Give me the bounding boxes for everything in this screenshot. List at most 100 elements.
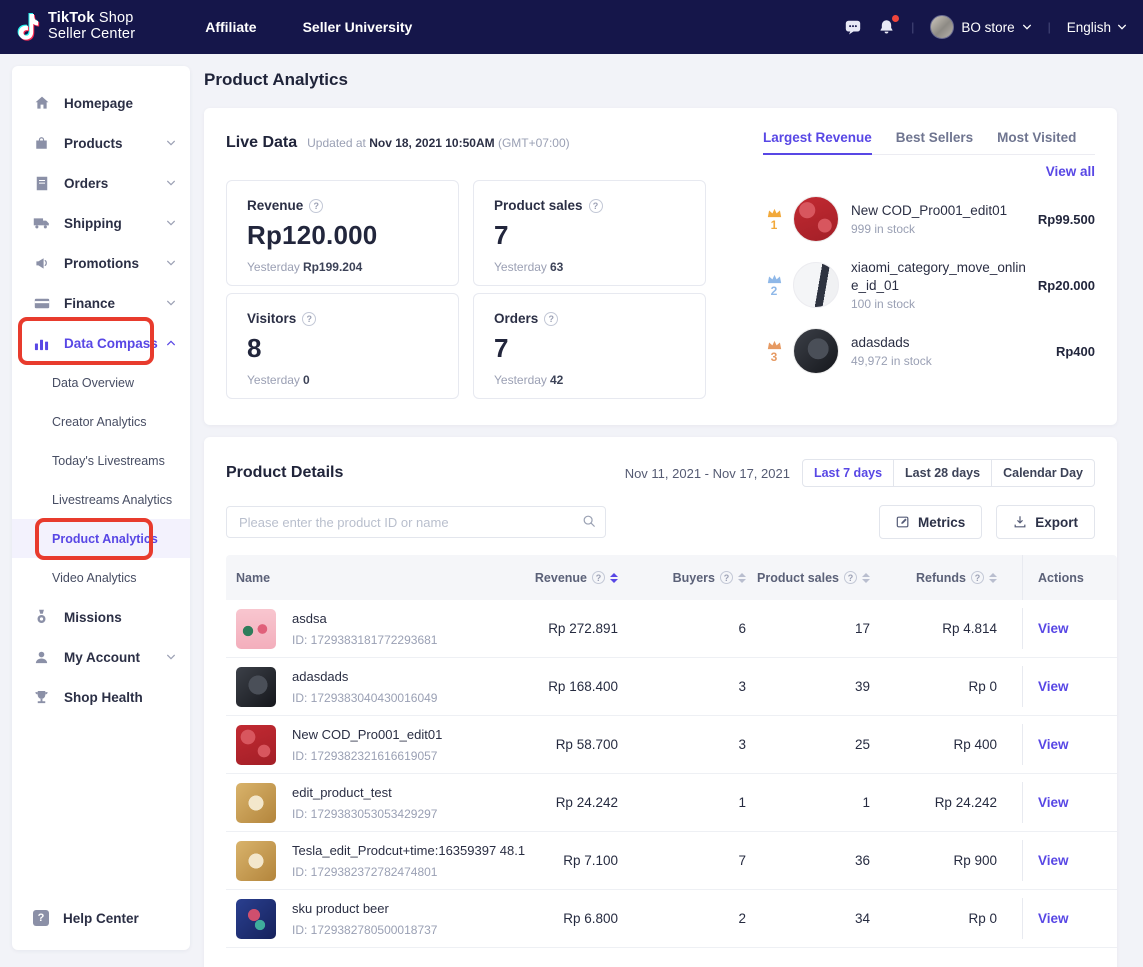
- logo-text: TikTok Shop Seller Center: [48, 11, 135, 43]
- sidebar-subitem-livestreams-analytics[interactable]: Livestreams Analytics: [12, 480, 190, 519]
- sidebar-subitem-product-analytics[interactable]: Product Analytics: [12, 519, 190, 558]
- help-icon[interactable]: ?: [309, 199, 323, 213]
- stat-yesterday: YesterdayRp199.204: [247, 260, 438, 274]
- metrics-edit-icon: [896, 515, 910, 529]
- updated-timezone: (GMT+07:00): [498, 136, 570, 150]
- rank-crown-1: 1: [763, 208, 785, 231]
- sidebar-item-missions[interactable]: Missions: [12, 597, 190, 637]
- help-icon[interactable]: ?: [971, 571, 984, 584]
- sidebar-item-finance[interactable]: Finance: [12, 283, 190, 323]
- chevron-down-icon: [166, 218, 176, 228]
- product-image: [236, 609, 276, 649]
- divider: |: [911, 20, 914, 34]
- sidebar-subitem-todays-livestreams[interactable]: Today's Livestreams: [12, 441, 190, 480]
- view-link[interactable]: View: [1038, 737, 1069, 752]
- rank-item-1[interactable]: 1 New COD_Pro001_edit01 999 in stock Rp9…: [763, 193, 1095, 245]
- help-icon[interactable]: ?: [844, 571, 857, 584]
- store-menu[interactable]: BO store: [930, 15, 1031, 39]
- export-button[interactable]: Export: [996, 505, 1095, 539]
- updated-at: Updated at Nov 18, 2021 10:50AM (GMT+07:…: [307, 136, 570, 150]
- product-details-panel: Product Details Nov 11, 2021 - Nov 17, 2…: [204, 437, 1117, 967]
- help-icon[interactable]: ?: [589, 199, 603, 213]
- top-navbar: TikTok Shop Seller Center Affiliate Sell…: [0, 0, 1143, 54]
- tab-most-visited[interactable]: Most Visited: [997, 130, 1076, 145]
- view-all-link[interactable]: View all: [763, 164, 1095, 179]
- range-last-7-days[interactable]: Last 7 days: [803, 460, 893, 486]
- sidebar-item-orders[interactable]: Orders: [12, 163, 190, 203]
- cell-buyers: 1: [618, 795, 746, 810]
- language-menu[interactable]: English: [1067, 20, 1127, 35]
- stat-yesterday: Yesterday42: [494, 373, 685, 387]
- rank-product-stock: 100 in stock: [851, 297, 1029, 311]
- rank-product-price: Rp400: [1056, 344, 1095, 359]
- tiktok-shop-logo[interactable]: TikTok Shop Seller Center: [14, 11, 135, 43]
- chat-icon[interactable]: [844, 18, 862, 36]
- date-range-selector: Last 7 days Last 28 days Calendar Day: [802, 459, 1095, 487]
- store-avatar: [930, 15, 954, 39]
- rank-crown-3: 3: [763, 340, 785, 363]
- sidebar-item-shop-health[interactable]: Shop Health: [12, 677, 190, 717]
- sidebar-item-products[interactable]: Products: [12, 123, 190, 163]
- sort-revenue[interactable]: [610, 573, 618, 583]
- help-icon[interactable]: ?: [544, 312, 558, 326]
- sidebar-item-data-compass[interactable]: Data Compass: [12, 323, 190, 363]
- sidebar-item-homepage[interactable]: Homepage: [12, 83, 190, 123]
- sort-refunds[interactable]: [989, 573, 997, 583]
- metrics-button[interactable]: Metrics: [879, 505, 982, 539]
- notification-bell-icon[interactable]: [878, 18, 895, 36]
- col-refunds: Refunds: [916, 571, 966, 585]
- sidebar-subitem-video-analytics[interactable]: Video Analytics: [12, 558, 190, 597]
- subitem-label: Data Overview: [52, 376, 134, 390]
- help-icon[interactable]: ?: [592, 571, 605, 584]
- rank-item-2[interactable]: 2 xiaomi_category_move_online_id_01 100 …: [763, 259, 1095, 311]
- subitem-label: Today's Livestreams: [52, 454, 165, 468]
- view-link[interactable]: View: [1038, 679, 1069, 694]
- sidebar-subitem-creator-analytics[interactable]: Creator Analytics: [12, 402, 190, 441]
- sidebar-item-label: Shipping: [64, 216, 122, 231]
- cell-product-sales: 17: [746, 621, 870, 636]
- cell-refunds: Rp 400: [870, 737, 997, 752]
- help-icon[interactable]: ?: [720, 571, 733, 584]
- sidebar-item-my-account[interactable]: My Account: [12, 637, 190, 677]
- view-link[interactable]: View: [1038, 795, 1069, 810]
- view-link[interactable]: View: [1038, 911, 1069, 926]
- table-row: sku product beerID: 1729382780500018737 …: [226, 890, 1117, 948]
- cell-refunds: Rp 4.814: [870, 621, 997, 636]
- stat-label: Visitors: [247, 311, 296, 326]
- nav-link-seller-university[interactable]: Seller University: [303, 19, 413, 35]
- question-icon: ?: [33, 910, 49, 926]
- help-icon[interactable]: ?: [302, 312, 316, 326]
- sidebar-item-shipping[interactable]: Shipping: [12, 203, 190, 243]
- cell-revenue: Rp 58.700: [446, 737, 618, 752]
- rank-product-price: Rp20.000: [1038, 278, 1095, 293]
- sidebar-item-label: Shop Health: [64, 690, 143, 705]
- view-link[interactable]: View: [1038, 621, 1069, 636]
- cell-buyers: 2: [618, 911, 746, 926]
- sort-product-sales[interactable]: [862, 573, 870, 583]
- range-calendar-day[interactable]: Calendar Day: [991, 460, 1094, 486]
- sort-buyers[interactable]: [738, 573, 746, 583]
- chevron-down-icon: [166, 298, 176, 308]
- search-icon[interactable]: [582, 514, 596, 533]
- cell-revenue: Rp 7.100: [446, 853, 618, 868]
- rank-product-stock: 999 in stock: [851, 222, 1029, 236]
- sidebar-item-promotions[interactable]: Promotions: [12, 243, 190, 283]
- download-icon: [1013, 515, 1027, 529]
- stat-card-revenue: Revenue? Rp120.000 YesterdayRp199.204: [226, 180, 459, 286]
- nav-link-affiliate[interactable]: Affiliate: [205, 19, 256, 35]
- home-icon: [33, 95, 50, 111]
- view-link[interactable]: View: [1038, 853, 1069, 868]
- nav-links: Affiliate Seller University: [205, 19, 412, 35]
- live-data-header: Live Data Updated at Nov 18, 2021 10:50A…: [226, 134, 570, 152]
- range-last-28-days[interactable]: Last 28 days: [893, 460, 991, 486]
- cell-buyers: 6: [618, 621, 746, 636]
- tab-largest-revenue[interactable]: Largest Revenue: [763, 130, 872, 145]
- rank-product-name: xiaomi_category_move_online_id_01: [851, 259, 1029, 294]
- rank-item-3[interactable]: 3 adasdads 49,972 in stock Rp400: [763, 325, 1095, 377]
- help-center-link[interactable]: ? Help Center: [33, 910, 139, 926]
- stat-label: Orders: [494, 311, 538, 326]
- search-input[interactable]: [226, 506, 606, 538]
- tab-best-sellers[interactable]: Best Sellers: [896, 130, 973, 145]
- subitem-label: Video Analytics: [52, 571, 137, 585]
- sidebar-subitem-data-overview[interactable]: Data Overview: [12, 363, 190, 402]
